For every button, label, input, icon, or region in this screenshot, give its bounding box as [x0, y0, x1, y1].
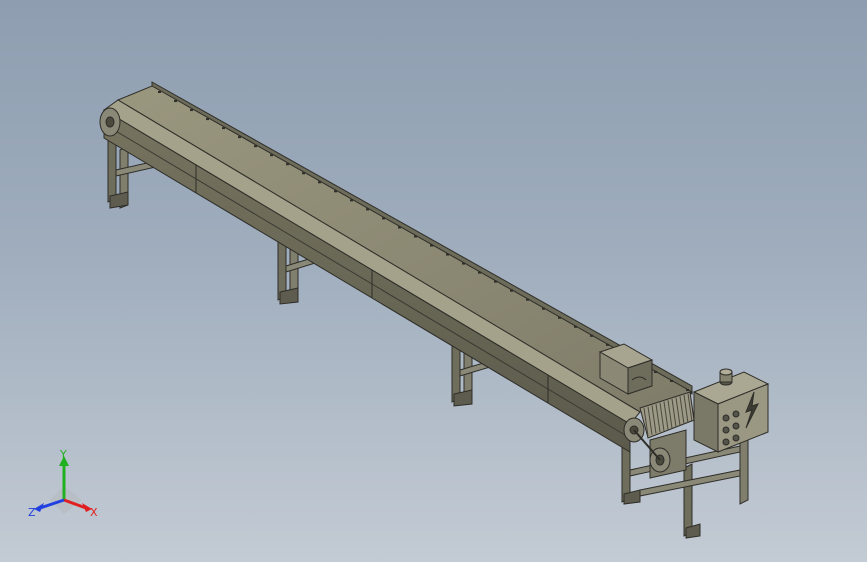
conveyor-model[interactable] — [0, 0, 867, 562]
graphics-viewport[interactable]: Y X Z — [0, 0, 867, 562]
y-axis-label: Y — [59, 448, 67, 461]
bolt — [334, 190, 337, 193]
bolt — [462, 262, 465, 265]
bolt — [510, 289, 513, 292]
x-axis-label: X — [90, 506, 98, 519]
bolt — [686, 389, 689, 391]
bolt — [190, 109, 193, 112]
bolt — [206, 118, 209, 121]
bolt — [606, 343, 609, 346]
view-orientation-triad[interactable]: Y X Z — [24, 446, 108, 526]
bolt — [542, 307, 545, 310]
bolt — [302, 172, 305, 175]
bolt — [670, 379, 673, 382]
bolt — [558, 316, 561, 319]
bolt — [238, 136, 241, 139]
bolt — [494, 280, 497, 283]
bolt — [254, 145, 257, 148]
bolt — [478, 271, 481, 274]
bolt — [430, 244, 433, 247]
bolt — [414, 235, 417, 238]
bolt — [318, 181, 321, 184]
bolt — [270, 154, 273, 157]
bolt — [158, 91, 161, 93]
bolt — [446, 253, 449, 256]
bolt — [574, 325, 577, 328]
bolt — [286, 163, 289, 166]
bolt — [526, 298, 529, 301]
bolt — [174, 100, 177, 103]
bolt — [382, 217, 385, 220]
conveyor-frame — [103, 81, 694, 453]
bolt — [398, 226, 401, 229]
bolt — [222, 127, 225, 130]
z-axis-label: Z — [28, 506, 36, 519]
control-cabinet — [692, 368, 770, 453]
bolt — [590, 334, 593, 337]
bolt — [654, 370, 657, 373]
bolt — [350, 199, 353, 202]
bolt — [366, 208, 369, 211]
